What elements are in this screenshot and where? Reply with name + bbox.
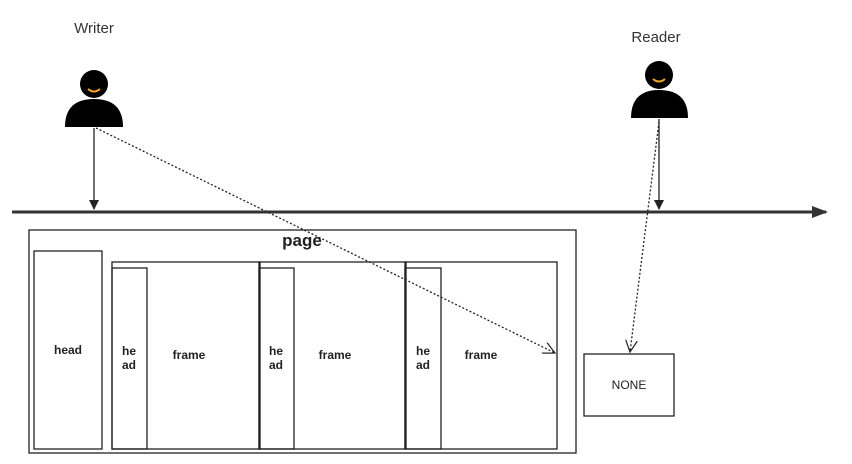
page-head-label: head [54, 343, 82, 357]
page-title: page [282, 231, 322, 250]
writer-actor: Writer [65, 20, 123, 127]
none-label: NONE [612, 378, 647, 392]
frame-head-label-line2: ad [122, 358, 136, 372]
frame-label: frame [465, 348, 498, 362]
reader-to-none-dotted-arrow [630, 121, 660, 352]
timeline-arrowhead [812, 206, 828, 218]
diagram-canvas: Writer Reader page head he ad frame he a… [12, 20, 828, 454]
frame-label: frame [319, 348, 352, 362]
frame-head-label-line2: ad [416, 358, 430, 372]
writer-to-frame-dotted-arrow [95, 127, 555, 353]
page-container [28, 229, 577, 454]
frame-2: he ad frame [258, 261, 407, 450]
frame-head-label-line1: he [269, 344, 283, 358]
frame-1: he ad frame [111, 261, 261, 450]
frame-head-label-line2: ad [269, 358, 283, 372]
frame-head-label-line1: he [122, 344, 136, 358]
frame-head-label-line1: he [416, 344, 430, 358]
writer-label: Writer [74, 20, 114, 37]
reader-label: Reader [631, 29, 680, 46]
reader-actor: Reader [631, 29, 688, 118]
writer-person-icon [65, 70, 123, 127]
reader-person-icon [631, 61, 688, 118]
frame-label: frame [173, 348, 206, 362]
